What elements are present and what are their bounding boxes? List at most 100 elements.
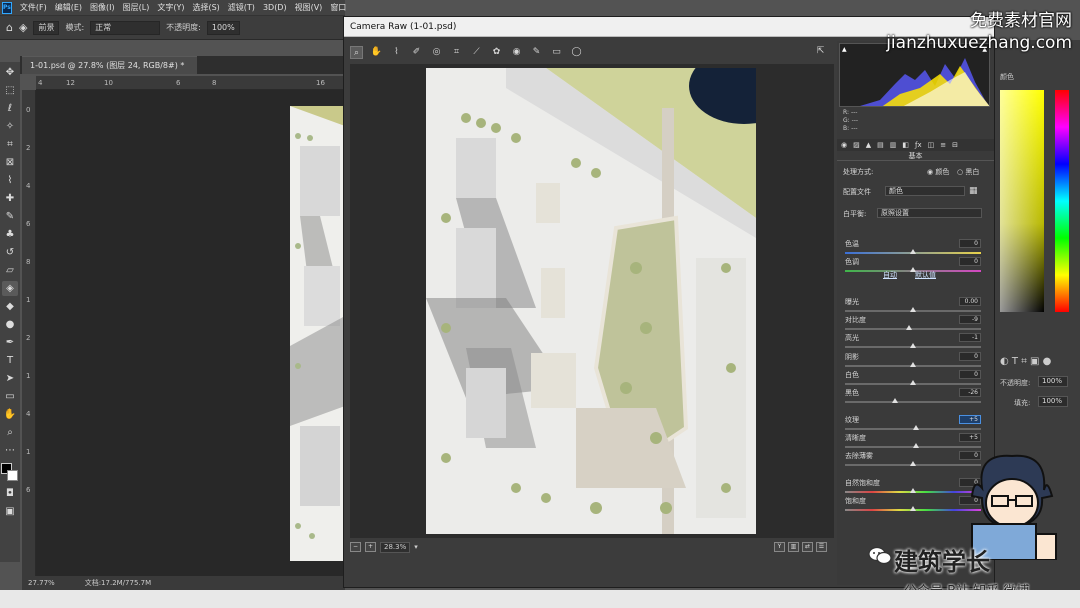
slider-value-field[interactable]: +5: [959, 415, 981, 424]
tab-calibration-icon[interactable]: ◫: [928, 141, 935, 149]
slider-thumb[interactable]: [892, 398, 899, 403]
hue-slider[interactable]: [1055, 90, 1069, 312]
tab-split-icon[interactable]: ▥: [890, 141, 897, 149]
slider-value-field[interactable]: 0: [959, 370, 981, 379]
tab-lens-icon[interactable]: ◧: [902, 141, 909, 149]
tab-effects-icon[interactable]: ƒx: [915, 141, 922, 149]
menu-layer[interactable]: 图层(L): [119, 2, 154, 13]
slider-value-field[interactable]: 0: [959, 239, 981, 248]
marquee-tool-icon[interactable]: ⬚: [2, 83, 18, 98]
slider-value-field[interactable]: -9: [959, 315, 981, 324]
slider-value-field[interactable]: +5: [959, 433, 981, 442]
slider-thumb[interactable]: [910, 380, 916, 385]
crop-icon[interactable]: ⌗: [450, 46, 463, 59]
home-icon[interactable]: ⌂: [6, 21, 13, 34]
path-select-icon[interactable]: ➤: [2, 371, 18, 386]
chevron-down-icon[interactable]: ▾: [414, 543, 418, 551]
frame-tool-icon[interactable]: ⊠: [2, 155, 18, 170]
slider-thumb[interactable]: [910, 343, 916, 348]
tab-detail-icon[interactable]: ▲: [866, 141, 871, 149]
slider-thumb[interactable]: [910, 461, 916, 466]
adjustment-brush-icon[interactable]: ✎: [530, 46, 543, 59]
dodge-tool-icon[interactable]: ●: [2, 317, 18, 332]
menu-edit[interactable]: 编辑(E): [51, 2, 86, 13]
stamp-tool-icon[interactable]: ♣: [2, 227, 18, 242]
slider-value-field[interactable]: 0: [959, 257, 981, 266]
straighten-icon[interactable]: ⟋: [470, 46, 483, 59]
crop-tool-icon[interactable]: ⌗: [2, 137, 18, 152]
radial-filter-icon[interactable]: ◯: [570, 46, 583, 59]
menu-window[interactable]: 窗口: [326, 2, 350, 13]
red-eye-icon[interactable]: ◉: [510, 46, 523, 59]
menu-3d[interactable]: 3D(D): [259, 3, 291, 12]
brush-tool-icon[interactable]: ✎: [2, 209, 18, 224]
paint-bucket-tool-icon[interactable]: ◈: [2, 281, 18, 296]
process-bw-radio[interactable]: ○ 黑白: [957, 167, 979, 177]
slider-thumb[interactable]: [910, 307, 916, 312]
slider-thumb[interactable]: [912, 443, 919, 448]
document-canvas[interactable]: [290, 106, 345, 561]
slider-value-field[interactable]: 0: [959, 352, 981, 361]
move-tool-icon[interactable]: ✥: [2, 65, 18, 80]
screen-mode-icon[interactable]: ▣: [2, 504, 18, 519]
zoom-level-select[interactable]: 28.3%: [380, 541, 411, 553]
tab-curve-icon[interactable]: ▨: [853, 141, 860, 149]
slider-thumb[interactable]: [910, 362, 916, 367]
fullscreen-icon[interactable]: ⇱: [814, 45, 827, 58]
slider-thumb[interactable]: [905, 325, 912, 330]
white-balance-icon[interactable]: ⌇: [390, 46, 403, 59]
layer-fill-field[interactable]: 100%: [1038, 396, 1068, 407]
targeted-adjust-icon[interactable]: ◎: [430, 46, 443, 59]
shadow-clipping-icon[interactable]: ▲: [842, 46, 847, 53]
zoom-icon[interactable]: ⌕: [350, 45, 363, 59]
healing-brush-icon[interactable]: ✚: [2, 191, 18, 206]
profile-browser-icon[interactable]: ▦: [969, 186, 978, 196]
tab-presets-icon[interactable]: ≡: [940, 141, 946, 149]
view-compare-button[interactable]: ▥: [788, 542, 799, 552]
menu-image[interactable]: 图像(I): [86, 2, 119, 13]
zoom-in-button[interactable]: +: [365, 542, 376, 552]
tab-basic-icon[interactable]: ◉: [841, 141, 847, 149]
zoom-readout[interactable]: 27.77%: [28, 576, 55, 590]
slider-value-field[interactable]: -26: [959, 388, 981, 397]
layer-opacity-field[interactable]: 100%: [1038, 376, 1068, 387]
process-color-radio[interactable]: ◉ 颜色: [927, 167, 949, 177]
slider-thumb[interactable]: [910, 506, 916, 511]
menu-view[interactable]: 视图(V): [291, 2, 327, 13]
slider-thumb[interactable]: [910, 249, 916, 254]
history-brush-icon[interactable]: ↺: [2, 245, 18, 260]
menu-filter[interactable]: 滤镜(T): [224, 2, 259, 13]
paint-bucket-icon[interactable]: ◈: [19, 21, 27, 34]
auto-link[interactable]: 自动: [883, 270, 897, 280]
eraser-icon[interactable]: ▱: [2, 263, 18, 278]
doc-size-readout[interactable]: 文档:17.2M/775.7M: [85, 576, 151, 590]
more-tools-icon[interactable]: ⋯: [2, 443, 18, 458]
color-sampler-icon[interactable]: ✐: [410, 46, 423, 59]
spot-removal-icon[interactable]: ✿: [490, 46, 503, 59]
pen-tool-icon[interactable]: ✒: [2, 335, 18, 350]
view-swap-button[interactable]: ⇄: [802, 542, 813, 552]
zoom-out-button[interactable]: −: [350, 542, 361, 552]
opacity-field[interactable]: 100%: [206, 20, 240, 35]
mode-select[interactable]: 正常: [90, 20, 161, 35]
blur-tool-icon[interactable]: ◆: [2, 299, 18, 314]
wb-select[interactable]: 原照设置: [877, 208, 982, 218]
color-swatches[interactable]: [1, 463, 19, 483]
color-picker-field[interactable]: [1000, 90, 1044, 312]
menu-type[interactable]: 文字(Y): [153, 2, 188, 13]
tab-hsl-icon[interactable]: ▤: [877, 141, 884, 149]
quick-mask-icon[interactable]: ◘: [2, 486, 18, 501]
slider-track[interactable]: [845, 328, 981, 330]
background-color[interactable]: [7, 470, 18, 481]
slider-track[interactable]: [845, 401, 981, 403]
slider-value-field[interactable]: 0.00: [959, 297, 981, 306]
tab-snapshots-icon[interactable]: ⊟: [952, 141, 958, 149]
zoom-tool-icon[interactable]: ⌕: [2, 425, 18, 440]
profile-select[interactable]: 颜色: [885, 186, 965, 196]
slider-value-field[interactable]: -1: [959, 333, 981, 342]
slider-thumb[interactable]: [912, 425, 919, 430]
type-tool-icon[interactable]: T: [2, 353, 18, 368]
menu-file[interactable]: 文件(F): [16, 2, 51, 13]
view-settings-button[interactable]: ☰: [816, 542, 827, 552]
magic-wand-icon[interactable]: ✧: [2, 119, 18, 134]
